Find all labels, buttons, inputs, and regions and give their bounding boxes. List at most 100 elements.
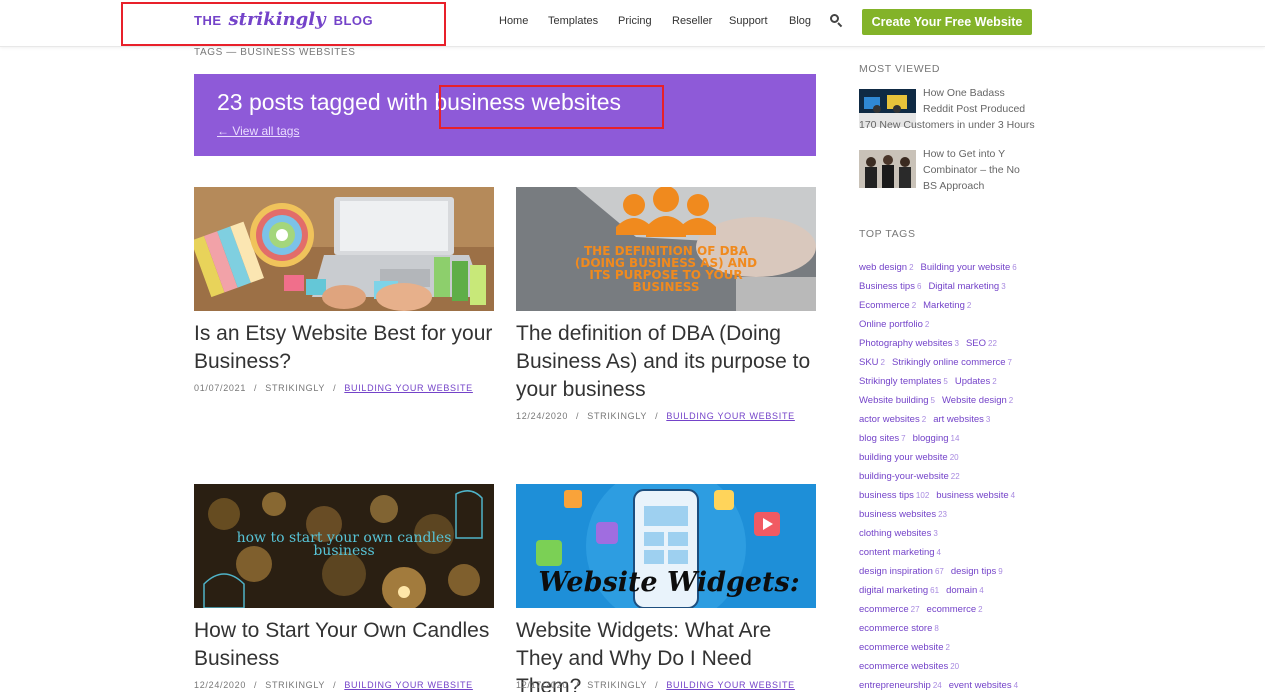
tag-name[interactable]: ecommerce [859,604,909,615]
tag-link[interactable]: art websites 3 [933,414,990,425]
tag-link[interactable]: SKU 2 [859,357,885,368]
tag-name[interactable]: Updates [955,376,990,387]
tag-name[interactable]: content marketing [859,547,935,558]
tag-name[interactable]: Online portfolio [859,319,923,330]
tag-link[interactable]: Website design 2 [942,395,1013,406]
post-title[interactable]: How to Start Your Own Candles Business [194,617,494,673]
tag-link[interactable]: Digital marketing 3 [928,281,1005,292]
tag-name[interactable]: business website [936,490,1008,501]
most-viewed-thumbnail[interactable] [859,150,916,188]
tag-name[interactable]: business tips [859,490,914,501]
post-author[interactable]: STRIKINGLY [587,680,647,690]
post-author[interactable]: STRIKINGLY [587,411,647,421]
tag-name[interactable]: clothing websites [859,528,931,539]
tag-name[interactable]: event websites [949,680,1012,691]
tag-name[interactable]: ecommerce websites [859,661,948,672]
tag-link[interactable]: Ecommerce 2 [859,300,916,311]
tag-link[interactable]: blogging 14 [913,433,960,444]
tag-name[interactable]: Strikingly online commerce [892,357,1006,368]
tag-name[interactable]: actor websites [859,414,920,425]
post-thumbnail[interactable] [194,187,494,311]
tag-link[interactable]: ecommerce websites 20 [859,661,959,672]
tag-link[interactable]: Website building 5 [859,395,935,406]
tag-link[interactable]: business websites 23 [859,509,947,520]
tag-link[interactable]: business tips 102 [859,490,929,501]
tag-link[interactable]: domain 4 [946,585,984,596]
tag-link[interactable]: Strikingly templates 5 [859,376,948,387]
tag-name[interactable]: ecommerce store [859,623,932,634]
tag-name[interactable]: building-your-website [859,471,949,482]
tag-name[interactable]: Strikingly templates [859,376,941,387]
tag-name[interactable]: design inspiration [859,566,933,577]
post-author[interactable]: STRIKINGLY [265,383,325,393]
post-title[interactable]: Is an Etsy Website Best for your Busines… [194,320,494,376]
tag-link[interactable]: ecommerce 2 [927,604,983,615]
tag-link[interactable]: web design 2 [859,262,914,273]
most-viewed-title-line[interactable]: Reddit Post Produced [923,101,1043,117]
tag-name[interactable]: Photography websites [859,338,952,349]
tag-name[interactable]: building your website [859,452,948,463]
tag-link[interactable]: event websites 4 [949,680,1018,691]
tag-link[interactable]: Marketing 2 [923,300,971,311]
most-viewed-title-line[interactable]: How to Get into Y [923,146,1043,162]
nav-home[interactable]: Home [499,15,528,27]
post-category-link[interactable]: BUILDING YOUR WEBSITE [666,680,795,690]
post-title[interactable]: The definition of DBA (Doing Business As… [516,320,816,404]
tag-name[interactable]: domain [946,585,977,596]
tag-link[interactable]: Photography websites 3 [859,338,959,349]
tag-name[interactable]: Building your website [921,262,1011,273]
tag-link[interactable]: actor websites 2 [859,414,926,425]
tag-link[interactable]: design inspiration 67 [859,566,944,577]
tag-link[interactable]: Building your website 6 [921,262,1017,273]
nav-pricing[interactable]: Pricing [618,15,652,27]
tag-name[interactable]: ecommerce [927,604,977,615]
nav-blog[interactable]: Blog [789,15,811,27]
tag-name[interactable]: Website building [859,395,929,406]
post-category-link[interactable]: BUILDING YOUR WEBSITE [344,383,473,393]
tag-link[interactable]: building your website 20 [859,452,959,463]
tag-name[interactable]: Digital marketing [928,281,999,292]
tag-link[interactable]: digital marketing 61 [859,585,939,596]
tag-link[interactable]: Strikingly online commerce 7 [892,357,1012,368]
post-category-link[interactable]: BUILDING YOUR WEBSITE [666,411,795,421]
tag-name[interactable]: Business tips [859,281,915,292]
post-author[interactable]: STRIKINGLY [265,680,325,690]
nav-templates[interactable]: Templates [548,15,598,27]
tag-name[interactable]: digital marketing [859,585,928,596]
most-viewed-title-line[interactable]: How One Badass [923,85,1043,101]
search-icon[interactable] [830,14,843,28]
create-website-button[interactable]: Create Your Free Website [862,9,1032,35]
tag-link[interactable]: clothing websites 3 [859,528,938,539]
tag-name[interactable]: art websites [933,414,984,425]
tag-name[interactable]: business websites [859,509,936,520]
tag-name[interactable]: SKU [859,357,879,368]
tag-link[interactable]: business website 4 [936,490,1015,501]
tag-link[interactable]: blog sites 7 [859,433,906,444]
nav-reseller[interactable]: Reseller [672,15,712,27]
tag-name[interactable]: SEO [966,338,986,349]
tag-link[interactable]: entrepreneurship 24 [859,680,942,691]
most-viewed-title-line[interactable]: 170 New Customers in under 3 Hours [859,117,1049,133]
view-all-tags-link[interactable]: ← View all tags [217,124,299,138]
nav-support[interactable]: Support [729,15,768,27]
tag-link[interactable]: content marketing 4 [859,547,941,558]
tag-link[interactable]: ecommerce store 8 [859,623,939,634]
tag-name[interactable]: blog sites [859,433,899,444]
tag-name[interactable]: design tips [951,566,996,577]
post-category-link[interactable]: BUILDING YOUR WEBSITE [344,680,473,690]
tag-name[interactable]: web design [859,262,907,273]
tag-link[interactable]: building-your-website 22 [859,471,960,482]
tag-name[interactable]: entrepreneurship [859,680,931,691]
tag-link[interactable]: SEO 22 [966,338,997,349]
tag-link[interactable]: Updates 2 [955,376,997,387]
tag-name[interactable]: Website design [942,395,1007,406]
tag-name[interactable]: Marketing [923,300,965,311]
post-thumbnail[interactable]: how to start your own candles business [194,484,494,608]
post-thumbnail[interactable]: THE DEFINITION OF DBA (DOING BUSINESS AS… [516,187,816,311]
tag-link[interactable]: design tips 9 [951,566,1003,577]
most-viewed-title-line[interactable]: BS Approach [923,178,1043,194]
tag-name[interactable]: ecommerce website [859,642,943,653]
tag-link[interactable]: Online portfolio 2 [859,319,929,330]
tag-link[interactable]: ecommerce website 2 [859,642,950,653]
most-viewed-title-line[interactable]: Combinator – the No [923,162,1043,178]
